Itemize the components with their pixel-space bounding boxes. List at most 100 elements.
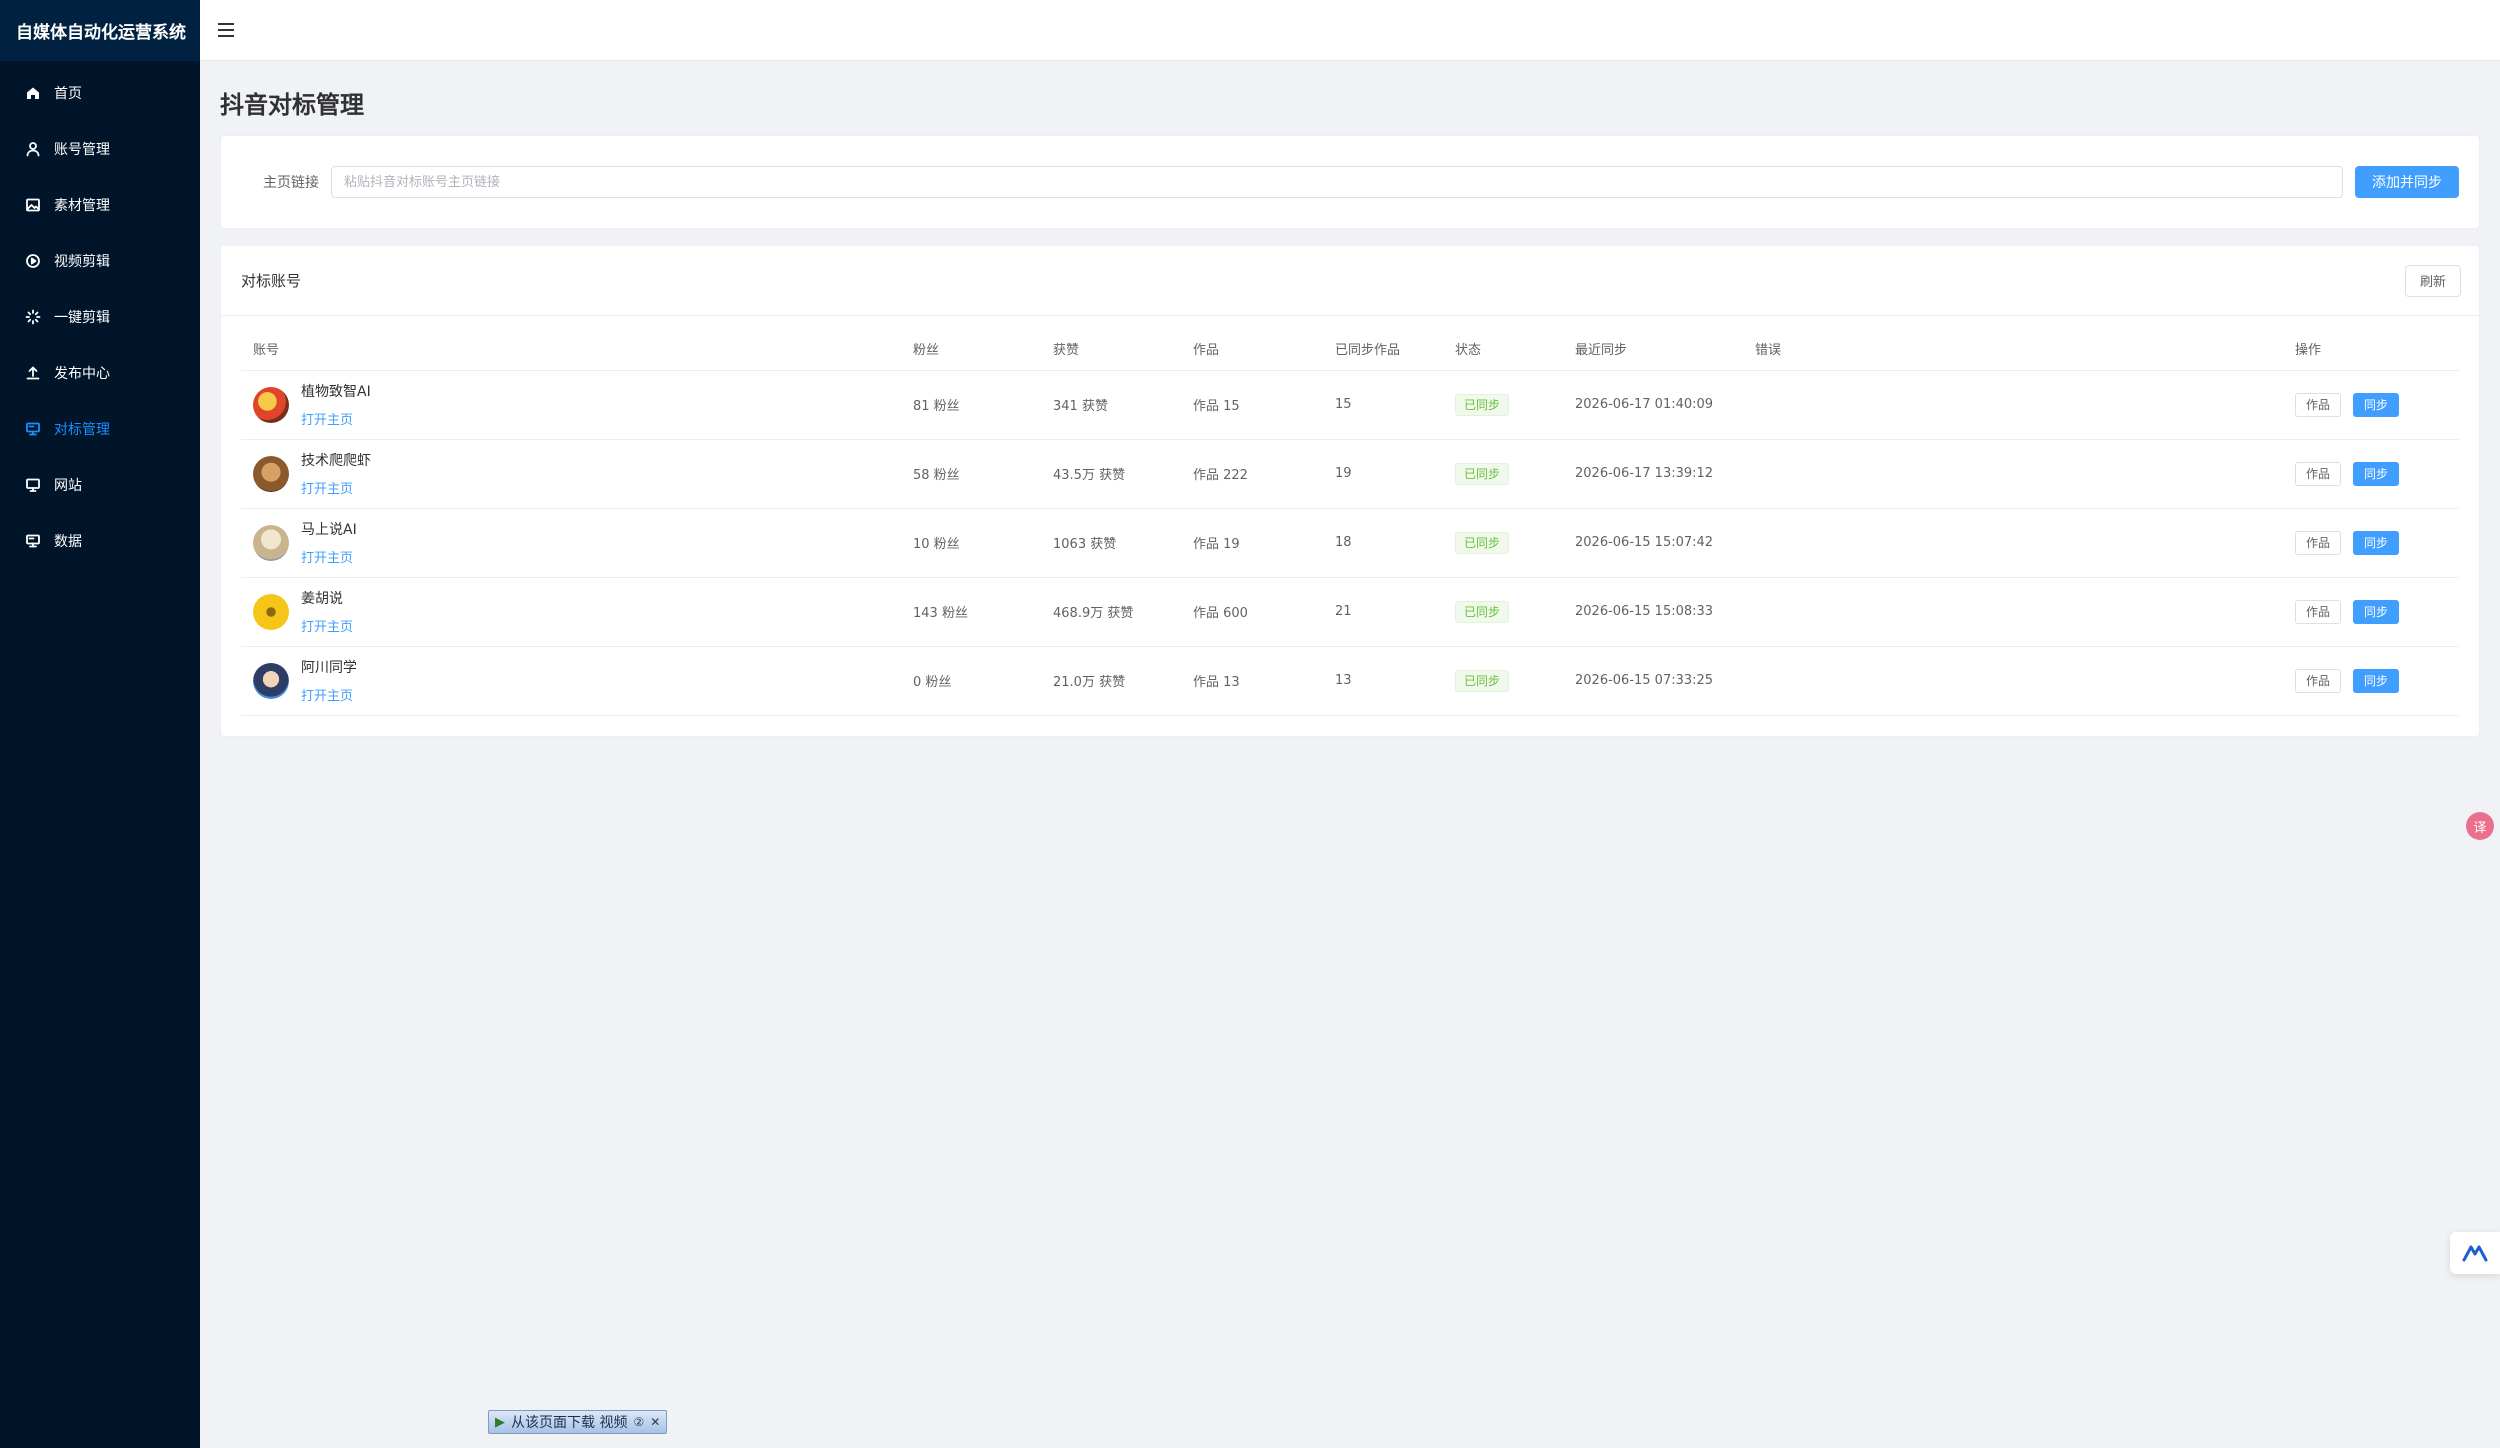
sidebar-item-label: 账号管理	[54, 142, 110, 158]
magic-icon	[24, 308, 42, 326]
account-name: 技术爬爬虾	[301, 453, 371, 469]
table-row: 姜胡说 打开主页 143 粉丝 468.9万 获赞 作品 600 21 已同步 …	[241, 577, 2459, 647]
likes-cell: 21.0万 获赞	[1041, 646, 1181, 716]
works-button[interactable]: 作品	[2295, 461, 2342, 486]
sidebar-item-materials[interactable]: 素材管理	[0, 177, 200, 233]
open-homepage-link[interactable]: 打开主页	[301, 409, 371, 428]
play-circle-icon	[24, 252, 42, 270]
target-icon	[24, 420, 42, 438]
sync-button[interactable]: 同步	[2353, 461, 2400, 486]
sidebar-item-publish[interactable]: 发布中心	[0, 345, 200, 401]
image-icon	[24, 196, 42, 214]
error-cell	[1743, 439, 2283, 509]
sidebar-item-video-edit[interactable]: 视频剪辑	[0, 233, 200, 289]
col-status: 状态	[1443, 328, 1563, 371]
translate-icon[interactable]: 译	[2466, 812, 2494, 840]
benchmark-accounts-card: 对标账号 刷新 账号 粉丝 获赞 作品 已同步作品 状态 最近同步 错误 操作 …	[220, 245, 2480, 737]
homepage-link-input[interactable]	[331, 166, 2343, 198]
avatar	[253, 524, 289, 561]
col-works: 作品	[1181, 328, 1323, 371]
assistant-logo-icon[interactable]	[2450, 1232, 2500, 1274]
likes-cell: 468.9万 获赞	[1041, 577, 1181, 647]
synced-cell: 19	[1323, 439, 1443, 509]
upload-icon	[24, 364, 42, 382]
sync-button[interactable]: 同步	[2353, 530, 2400, 555]
last-sync-cell: 2026-06-15 07:33:25	[1563, 646, 1743, 716]
works-cell: 作品 15	[1181, 370, 1323, 440]
data-icon	[24, 532, 42, 550]
sync-button[interactable]: 同步	[2353, 599, 2400, 624]
homepage-link-label: 主页链接	[263, 175, 319, 191]
table-row: 植物致智AI 打开主页 81 粉丝 341 获赞 作品 15 15 已同步 20…	[241, 370, 2459, 440]
account-name: 阿川同学	[301, 660, 357, 676]
works-cell: 作品 222	[1181, 439, 1323, 509]
synced-cell: 21	[1323, 577, 1443, 647]
col-account: 账号	[241, 328, 901, 371]
status-badge: 已同步	[1455, 531, 1510, 554]
works-cell: 作品 19	[1181, 508, 1323, 578]
sidebar-item-website[interactable]: 网站	[0, 457, 200, 513]
sidebar-item-label: 视频剪辑	[54, 254, 110, 270]
col-likes: 获赞	[1041, 328, 1181, 371]
synced-cell: 18	[1323, 508, 1443, 578]
monitor-icon	[24, 476, 42, 494]
error-cell	[1743, 577, 2283, 647]
works-button[interactable]: 作品	[2295, 668, 2342, 693]
page-title: 抖音对标管理	[220, 91, 364, 119]
open-homepage-link[interactable]: 打开主页	[301, 478, 371, 497]
status-badge: 已同步	[1455, 600, 1510, 623]
benchmark-table: 账号 粉丝 获赞 作品 已同步作品 状态 最近同步 错误 操作 植物致智AI 打…	[241, 328, 2459, 716]
status-badge: 已同步	[1455, 462, 1510, 485]
open-homepage-link[interactable]: 打开主页	[301, 685, 357, 704]
works-button[interactable]: 作品	[2295, 392, 2342, 417]
add-and-sync-button[interactable]: 添加并同步	[2355, 166, 2459, 198]
last-sync-cell: 2026-06-17 01:40:09	[1563, 370, 1743, 440]
sidebar-menu: 首页 账号管理 素材管理 视频剪辑 一键剪辑 发布中心 对标管理 网站 数据	[0, 65, 200, 569]
sidebar-item-data[interactable]: 数据	[0, 513, 200, 569]
menu-toggle-icon[interactable]	[218, 19, 240, 41]
fans-cell: 10 粉丝	[901, 508, 1041, 578]
sync-button[interactable]: 同步	[2353, 668, 2400, 693]
col-error: 错误	[1743, 328, 2283, 371]
last-sync-cell: 2026-06-15 15:07:42	[1563, 508, 1743, 578]
likes-cell: 43.5万 获赞	[1041, 439, 1181, 509]
works-button[interactable]: 作品	[2295, 599, 2342, 624]
sidebar-item-quick-edit[interactable]: 一键剪辑	[0, 289, 200, 345]
sidebar-item-benchmark[interactable]: 对标管理	[0, 401, 200, 457]
likes-cell: 1063 获赞	[1041, 508, 1181, 578]
open-homepage-link[interactable]: 打开主页	[301, 616, 353, 635]
likes-cell: 341 获赞	[1041, 370, 1181, 440]
avatar	[253, 455, 289, 492]
table-wrap: 账号 粉丝 获赞 作品 已同步作品 状态 最近同步 错误 操作 植物致智AI 打…	[221, 316, 2479, 736]
refresh-button[interactable]: 刷新	[2404, 264, 2461, 297]
sync-button[interactable]: 同步	[2353, 392, 2400, 417]
last-sync-cell: 2026-06-15 15:08:33	[1563, 577, 1743, 647]
works-cell: 作品 13	[1181, 646, 1323, 716]
table-row: 阿川同学 打开主页 0 粉丝 21.0万 获赞 作品 13 13 已同步 202…	[241, 646, 2459, 716]
status-badge: 已同步	[1455, 669, 1510, 692]
error-cell	[1743, 508, 2283, 578]
col-last-sync: 最近同步	[1563, 328, 1743, 371]
download-video-button[interactable]: 从该页面下载 视频	[511, 1412, 627, 1432]
error-cell	[1743, 370, 2283, 440]
synced-cell: 15	[1323, 370, 1443, 440]
top-header	[200, 0, 2500, 61]
help-icon[interactable]: ②	[633, 1415, 644, 1429]
sidebar-item-label: 一键剪辑	[54, 310, 110, 326]
table-row: 马上说AI 打开主页 10 粉丝 1063 获赞 作品 19 18 已同步 20…	[241, 508, 2459, 578]
error-cell	[1743, 646, 2283, 716]
sidebar-item-home[interactable]: 首页	[0, 65, 200, 121]
sidebar-item-label: 数据	[54, 534, 82, 550]
close-icon[interactable]: ✕	[650, 1415, 660, 1429]
user-icon	[24, 140, 42, 158]
fans-cell: 143 粉丝	[901, 577, 1041, 647]
sidebar-item-label: 网站	[54, 478, 82, 494]
sidebar-item-accounts[interactable]: 账号管理	[0, 121, 200, 177]
table-header-row: 账号 粉丝 获赞 作品 已同步作品 状态 最近同步 错误 操作	[241, 328, 2459, 371]
works-button[interactable]: 作品	[2295, 530, 2342, 555]
sidebar: 自媒体自动化运营系统 首页 账号管理 素材管理 视频剪辑 一键剪辑 发布中心 对…	[0, 0, 200, 1448]
video-download-bar: ▶ 从该页面下载 视频 ② ✕	[488, 1410, 668, 1434]
last-sync-cell: 2026-06-17 13:39:12	[1563, 439, 1743, 509]
open-homepage-link[interactable]: 打开主页	[301, 547, 357, 566]
sidebar-item-label: 发布中心	[54, 366, 110, 382]
